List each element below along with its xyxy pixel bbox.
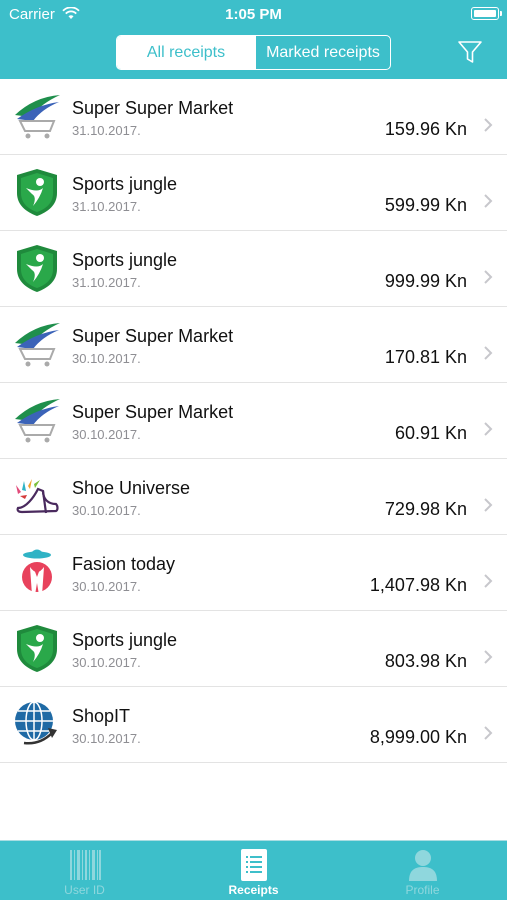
receipt-row[interactable]: Super Super Market 30.10.2017. 60.91 Kn xyxy=(0,383,507,459)
receipt-date: 31.10.2017. xyxy=(72,199,141,214)
chevron-right-icon xyxy=(484,118,493,132)
tab-label: User ID xyxy=(64,883,105,897)
store-logo-icon xyxy=(12,395,62,445)
chevron-right-icon xyxy=(484,498,493,512)
tab-label: Profile xyxy=(405,883,440,897)
store-logo-icon xyxy=(12,623,62,673)
receipt-icon xyxy=(240,849,267,881)
receipt-amount: 1,407.98 Kn xyxy=(369,575,467,595)
store-name: Super Super Market xyxy=(72,98,234,118)
receipt-row[interactable]: ShopIT 30.10.2017. 8,999.00 Kn xyxy=(0,687,507,763)
store-logo-icon xyxy=(12,91,62,141)
store-name: Fasion today xyxy=(72,554,176,574)
chevron-right-icon xyxy=(484,422,493,436)
header: Carrier 1:05 PM All receipts Marked rece… xyxy=(0,0,507,79)
receipt-date: 30.10.2017. xyxy=(72,427,141,442)
store-name: Sports jungle xyxy=(72,630,178,650)
receipt-row[interactable]: Fasion today 30.10.2017. 1,407.98 Kn xyxy=(0,535,507,611)
receipt-row[interactable]: Shoe Universe 30.10.2017. 729.98 Kn xyxy=(0,459,507,535)
store-logo-icon xyxy=(12,319,62,369)
receipt-date: 30.10.2017. xyxy=(72,503,141,518)
profile-icon xyxy=(408,850,437,881)
receipt-row[interactable]: Sports jungle 31.10.2017. 599.99 Kn xyxy=(0,155,507,231)
receipt-amount: 999.99 Kn xyxy=(384,271,467,291)
tab-user-id[interactable]: User ID xyxy=(0,841,169,900)
chevron-right-icon xyxy=(484,346,493,360)
receipt-date: 30.10.2017. xyxy=(72,351,141,366)
store-name: Super Super Market xyxy=(72,326,234,346)
receipt-amount: 159.96 Kn xyxy=(384,119,467,139)
receipts-list: Super Super Market 31.10.2017. 159.96 Kn Sp… xyxy=(0,79,507,763)
store-name: Sports jungle xyxy=(72,250,178,270)
store-logo-icon xyxy=(12,547,62,597)
tab-all-receipts[interactable]: All receipts xyxy=(117,36,255,69)
store-name: Super Super Market xyxy=(72,402,234,422)
receipt-date: 30.10.2017. xyxy=(72,731,141,746)
receipt-amount: 170.81 Kn xyxy=(384,347,467,367)
tab-profile[interactable]: Profile xyxy=(338,841,507,900)
store-name: Shoe Universe xyxy=(72,478,191,498)
chevron-right-icon xyxy=(484,726,493,740)
tab-marked-receipts[interactable]: Marked receipts xyxy=(255,36,390,69)
tab-bar: User ID Receipts Profile xyxy=(0,840,507,900)
receipts-filter-segmented-control: All receipts Marked receipts xyxy=(116,35,391,70)
store-logo-icon xyxy=(12,167,62,217)
receipt-date: 31.10.2017. xyxy=(72,275,141,290)
receipt-row[interactable]: Sports jungle 31.10.2017. 999.99 Kn xyxy=(0,231,507,307)
receipt-amount: 8,999.00 Kn xyxy=(369,727,467,747)
receipt-amount: 60.91 Kn xyxy=(394,423,467,443)
store-logo-icon xyxy=(12,699,62,749)
receipt-row[interactable]: Sports jungle 30.10.2017. 803.98 Kn xyxy=(0,611,507,687)
receipt-date: 30.10.2017. xyxy=(72,579,141,594)
receipt-date: 30.10.2017. xyxy=(72,655,141,670)
tab-receipts[interactable]: Receipts xyxy=(169,841,338,900)
store-logo-icon xyxy=(12,243,62,293)
chevron-right-icon xyxy=(484,194,493,208)
status-bar: Carrier 1:05 PM xyxy=(0,0,507,28)
receipt-date: 31.10.2017. xyxy=(72,123,141,138)
store-name: Sports jungle xyxy=(72,174,178,194)
receipt-row[interactable]: Super Super Market 31.10.2017. 159.96 Kn xyxy=(0,79,507,155)
chevron-right-icon xyxy=(484,270,493,284)
store-name: ShopIT xyxy=(72,706,131,726)
filter-icon[interactable] xyxy=(456,38,484,66)
receipt-amount: 599.99 Kn xyxy=(384,195,467,215)
chevron-right-icon xyxy=(484,574,493,588)
receipt-row[interactable]: Super Super Market 30.10.2017. 170.81 Kn xyxy=(0,307,507,383)
store-logo-icon xyxy=(12,471,62,521)
barcode-icon xyxy=(69,850,101,880)
chevron-right-icon xyxy=(484,650,493,664)
battery-icon xyxy=(471,7,502,20)
tab-label: Receipts xyxy=(228,883,279,897)
clock: 1:05 PM xyxy=(225,6,282,23)
receipt-amount: 803.98 Kn xyxy=(384,651,467,671)
receipt-amount: 729.98 Kn xyxy=(384,499,467,519)
